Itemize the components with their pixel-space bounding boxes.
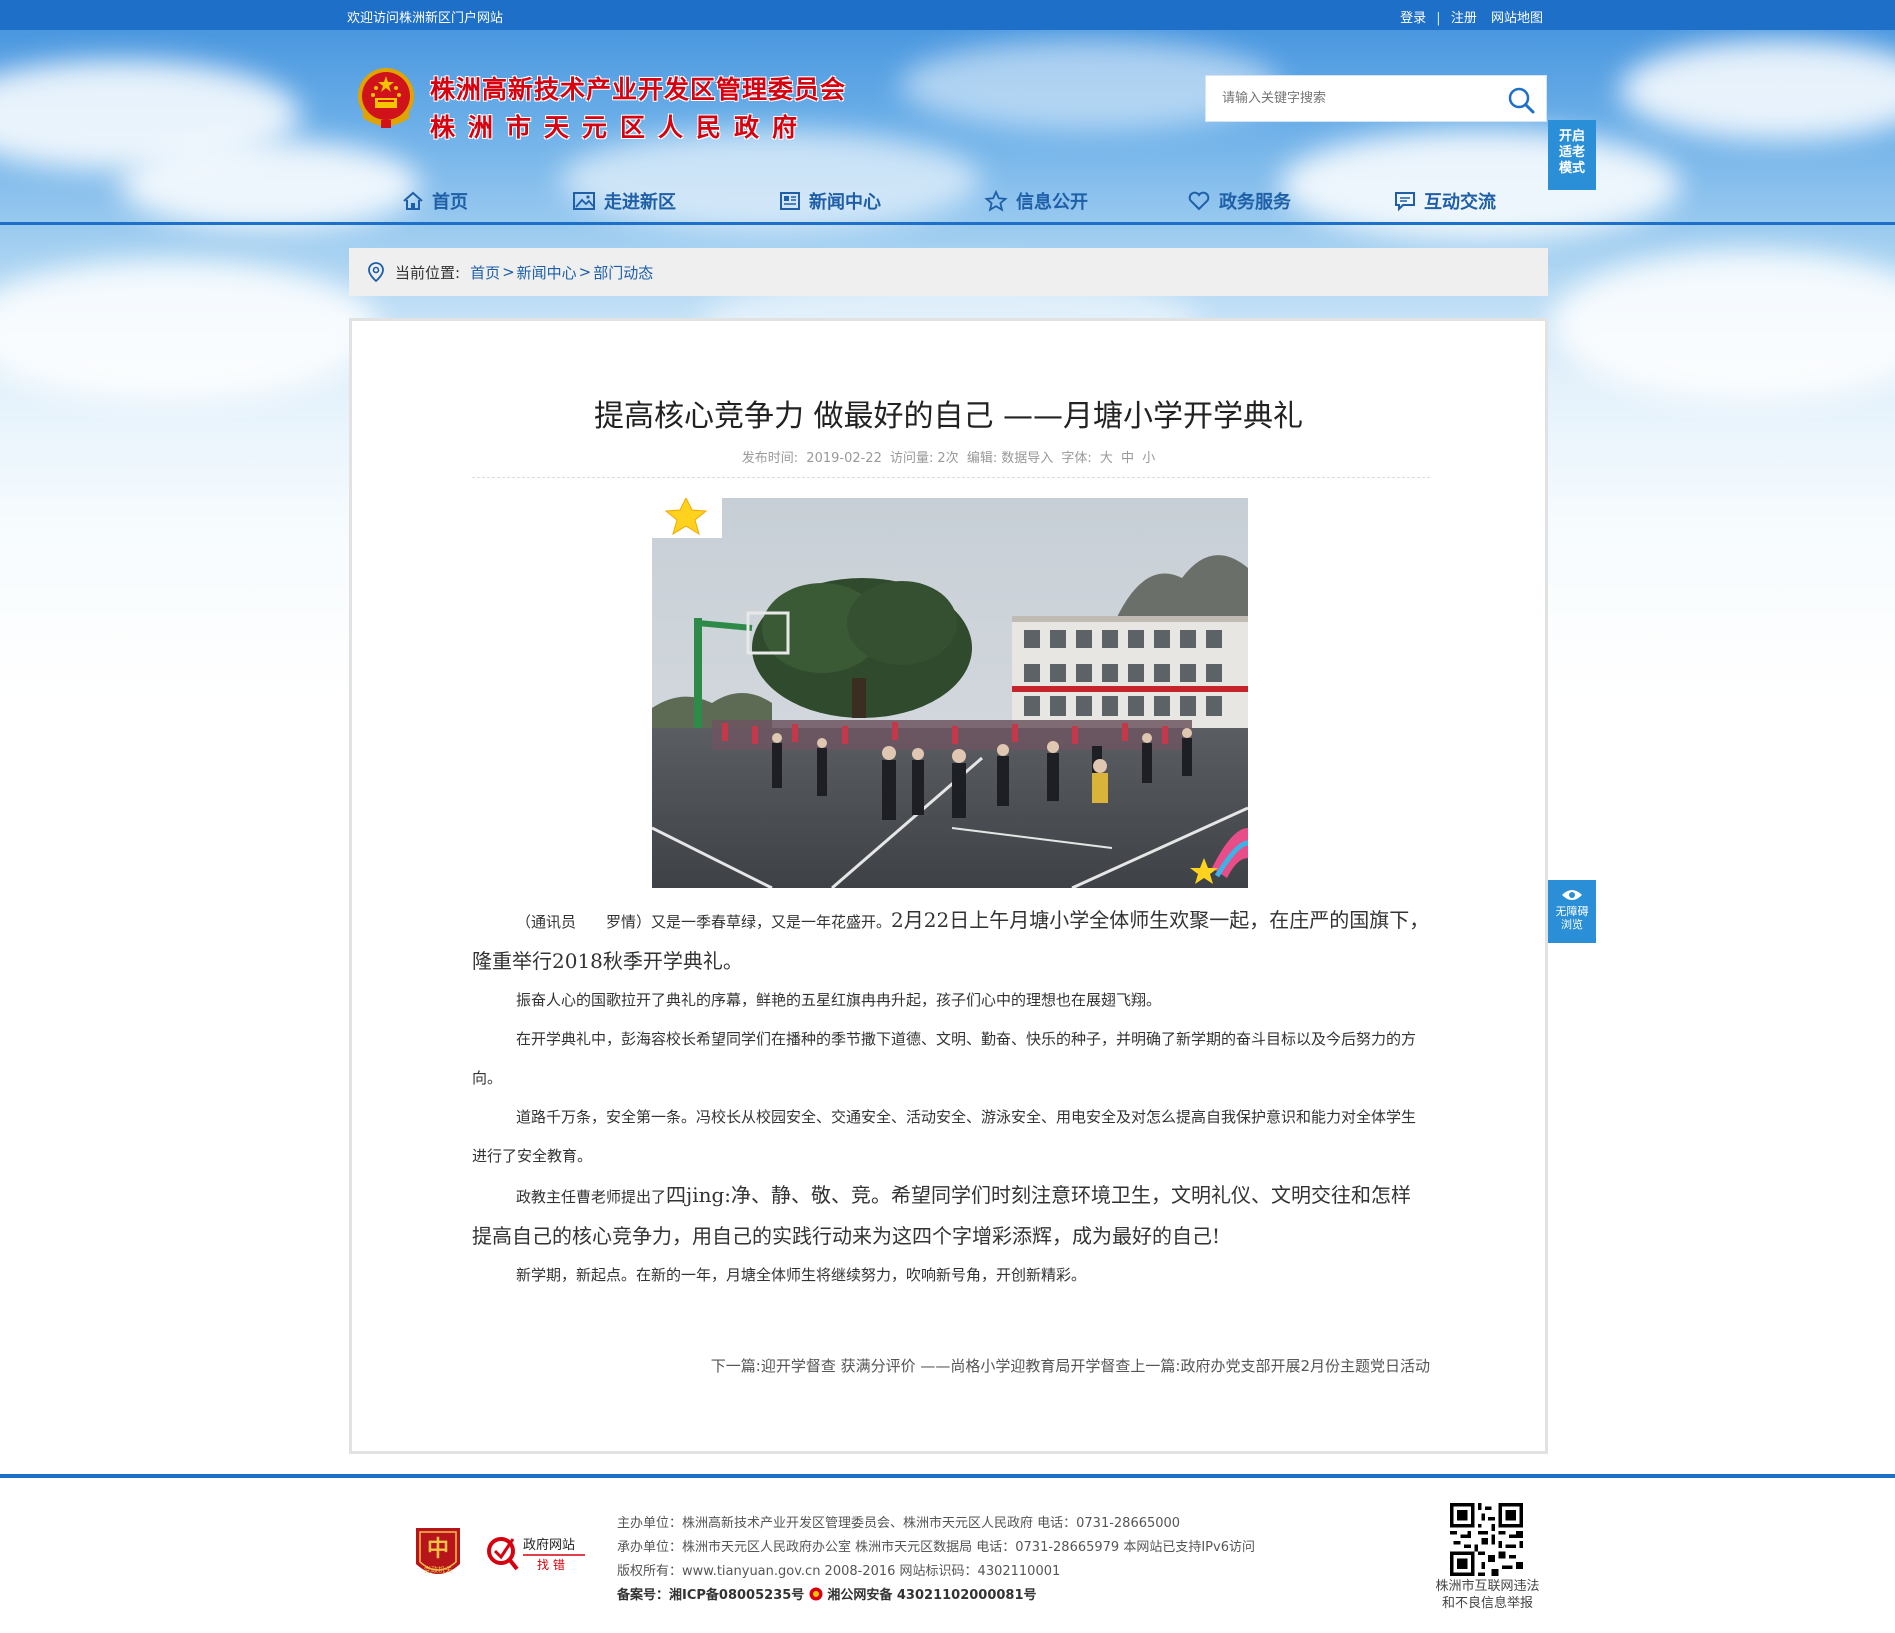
gov-site-error-report[interactable]: 政府网站 找 错 <box>487 1529 587 1573</box>
star-icon <box>984 190 1008 212</box>
meta-divider <box>472 477 1430 478</box>
published-date: 2019-02-22 <box>806 451 882 466</box>
national-emblem-logo[interactable] <box>355 66 417 132</box>
font-size-large[interactable]: 大 <box>1100 451 1113 466</box>
party-gov-badge[interactable]: 中 党政机关 <box>412 1524 464 1584</box>
footer-copyright: 版权所有：www.tianyuan.gov.cn 2008-2016 网站标识码… <box>617 1564 1061 1579</box>
login-link[interactable]: 登录 <box>1400 11 1426 26</box>
article-meta: 发布时间: 2019-02-22 访问量: 2次 编辑: 数据导入 字体: 大 中 … <box>352 447 1545 466</box>
site-title[interactable]: 株洲高新技术产业开发区管理委员会 株洲市天元区人民政府 <box>430 70 846 144</box>
main-nav: 首页 走进新区 新闻中心 信息公开 政务服务 互动交流 <box>0 180 1895 224</box>
home-icon <box>403 191 423 210</box>
nav-item-label: 信息公开 <box>1016 192 1088 213</box>
register-link[interactable]: 注册 <box>1451 11 1477 26</box>
nav-item-label: 新闻中心 <box>809 192 881 213</box>
newspaper-icon <box>780 192 800 210</box>
qr-caption-line2: 和不良信息举报 <box>1441 1596 1533 1611</box>
paragraph-1-intro: （通讯员 罗情）又是一季春草绿，又是一年花盛开。 <box>516 913 892 931</box>
nav-item-services[interactable]: 政务服务 <box>1187 186 1291 216</box>
qr-caption: 株洲市互联网违法 和不良信息举报 <box>1420 1578 1555 1612</box>
footer-icp-row: 备案号：湘ICP备08005235号 湘公网安备 43021102000081号 <box>617 1584 1255 1608</box>
badge1-text: 党政机关 <box>424 1565 452 1574</box>
next-article-link[interactable]: 迎开学督查 获满分评价 ——尚格小学迎教育局开学督查 <box>761 1357 1131 1375</box>
article-photo <box>652 498 1248 888</box>
heart-icon <box>1188 191 1210 211</box>
paragraph-4: 道路千万条，安全第一条。冯校长从校园安全、交通安全、活动安全、游泳安全、用电安全… <box>472 1108 1417 1165</box>
breadcrumb-separator: > <box>578 263 592 281</box>
breadcrumb-news-center[interactable]: 新闻中心 <box>517 262 577 283</box>
footer-organizer: 承办单位：株洲市天元区人民政府办公室 株洲市天元区数据局 电话：0731-286… <box>617 1540 1255 1555</box>
site-title-line1: 株洲高新技术产业开发区管理委员会 <box>430 75 847 104</box>
article-body: （通讯员 罗情）又是一季春草绿，又是一年花盛开。2月22日上午月塘小学全体师生欢… <box>472 901 1430 1295</box>
editor-label: 编辑: <box>966 451 998 466</box>
footer-police-link[interactable]: 湘公网安备 43021102000081号 <box>827 1588 1036 1603</box>
breadcrumb-home[interactable]: 首页 <box>470 262 500 283</box>
nav-item-label: 走进新区 <box>604 192 676 213</box>
svg-text:中: 中 <box>427 1536 449 1562</box>
breadcrumb-label: 当前位置: <box>395 263 461 282</box>
accessibility-button[interactable]: 无障碍 浏览 <box>1548 880 1596 943</box>
top-bar: 欢迎访问株洲新区门户网站 登录 | 注册 网站地图 <box>0 0 1895 30</box>
breadcrumb-dept-news[interactable]: 部门动态 <box>593 262 653 283</box>
nav-item-news[interactable]: 新闻中心 <box>779 186 881 216</box>
breadcrumb-separator: > <box>502 263 515 281</box>
eye-icon <box>1562 890 1582 900</box>
article-pagination: 下一篇:迎开学督查 获满分评价 ——尚格小学迎教育局开学督查上一篇:政府办党支部… <box>472 1355 1430 1376</box>
account-links: 登录 | 注册 网站地图 <box>1400 7 1543 26</box>
footer-icp-link[interactable]: 湘ICP备08005235号 <box>669 1588 804 1603</box>
picture-icon <box>573 192 595 210</box>
paragraph-5: 政教主任曹老师提出了四jing:净、静、敬、竞。希望同学们时刻注意环境卫生，文明… <box>472 1176 1430 1256</box>
breadcrumb: 当前位置: 首页 > 新闻中心 > 部门动态 <box>349 248 1548 296</box>
font-size-label: 字体: <box>1061 451 1092 466</box>
nav-item-info-disclosure[interactable]: 信息公开 <box>984 186 1088 216</box>
published-label: 发布时间: <box>741 451 799 466</box>
nav-item-interaction[interactable]: 互动交流 <box>1394 186 1496 216</box>
report-qr-code[interactable] <box>1450 1503 1523 1576</box>
paragraph-6: 新学期，新起点。在新的一年，月塘全体师生将继续努力，吹响新号角，开创新精彩。 <box>516 1266 1087 1284</box>
nav-item-about[interactable]: 走进新区 <box>572 186 676 216</box>
next-article-label: 下一篇: <box>710 1357 761 1375</box>
search-input[interactable] <box>1206 76 1496 121</box>
views-count: 2次 <box>937 451 959 466</box>
qr-caption-line1: 株洲市互联网违法 <box>1435 1579 1540 1594</box>
nav-divider <box>0 222 1895 225</box>
location-pin-icon <box>368 262 384 282</box>
paragraph-5-intro: 政教主任曹老师提出了 <box>516 1188 667 1206</box>
badge2-sub: 找 错 <box>537 1558 565 1572</box>
search-box <box>1205 75 1547 122</box>
elder-mode-line2: 适老 <box>1558 145 1585 160</box>
footer-icp-label: 备案号： <box>617 1588 670 1603</box>
link-separator: | <box>1436 11 1441 26</box>
paragraph-2: 振奋人心的国歌拉开了典礼的序幕，鲜艳的五星红旗冉冉升起，孩子们心中的理想也在展翅… <box>516 991 1162 1009</box>
footer-sponsor: 主办单位：株洲高新技术产业开发区管理委员会、株洲市天元区人民政府 电话：0731… <box>617 1516 1181 1531</box>
paragraph-1: （通讯员 罗情）又是一季春草绿，又是一年花盛开。2月22日上午月塘小学全体师生欢… <box>472 901 1430 981</box>
font-size-medium[interactable]: 中 <box>1121 451 1134 466</box>
prev-article-link[interactable]: 政府办党支部开展2月份主题党日活动 <box>1180 1357 1430 1375</box>
article-title: 提高核心竞争力 做最好的自己 ——月塘小学开学典礼 <box>593 399 1304 434</box>
footer: 中 党政机关 政府网站 找 错 主办单位：株洲高新技术产业开发区管理委员会、株洲… <box>0 1478 1895 1633</box>
search-button[interactable] <box>1506 85 1536 115</box>
site-title-line2: 株洲市天元区人民政府 <box>430 113 811 142</box>
badge2-title: 政府网站 <box>523 1538 575 1553</box>
footer-info: 主办单位：株洲高新技术产业开发区管理委员会、株洲市天元区人民政府 电话：0731… <box>617 1512 1255 1608</box>
sitemap-link[interactable]: 网站地图 <box>1491 11 1543 26</box>
chat-icon <box>1395 192 1415 212</box>
article-container: 提高核心竞争力 做最好的自己 ——月塘小学开学典礼 发布时间: 2019-02-… <box>349 318 1548 1454</box>
police-badge-icon <box>809 1587 823 1601</box>
search-icon <box>1508 87 1535 114</box>
accessibility-line1: 无障碍 <box>1555 905 1589 918</box>
nav-item-home[interactable]: 首页 <box>402 186 468 216</box>
paragraph-3: 在开学典礼中，彭海容校长希望同学们在播种的季节撒下道德、文明、勤奋、快乐的种子，… <box>472 1030 1417 1087</box>
views-label: 访问量: <box>890 451 934 466</box>
accessibility-line2: 浏览 <box>1561 918 1583 931</box>
nav-item-label: 首页 <box>432 192 468 213</box>
elder-mode-line3: 模式 <box>1558 161 1585 176</box>
editor-name: 数据导入 <box>1001 451 1054 466</box>
elder-mode-line1: 开启 <box>1558 129 1585 144</box>
nav-item-label: 互动交流 <box>1424 192 1496 213</box>
prev-article-label: 上一篇: <box>1130 1357 1181 1375</box>
font-size-small[interactable]: 小 <box>1142 451 1155 466</box>
welcome-text: 欢迎访问株洲新区门户网站 <box>347 11 504 26</box>
nav-item-label: 政务服务 <box>1219 192 1291 213</box>
